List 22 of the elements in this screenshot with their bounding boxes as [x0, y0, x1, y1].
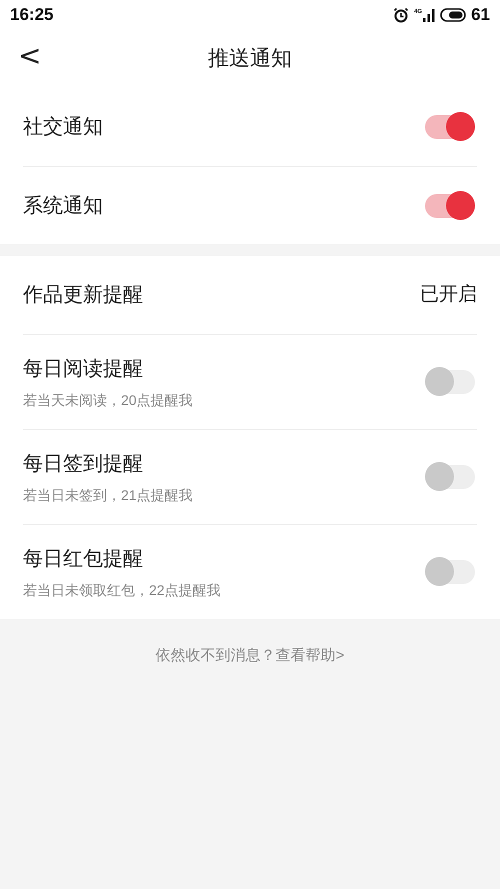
alarm-clock-icon: [393, 7, 410, 23]
setting-title: 系统通知: [23, 194, 103, 218]
signal-icon: [423, 8, 436, 22]
setting-title: 每日红包提醒: [23, 546, 144, 572]
setting-description: 若当日未签到，21点提醒我: [23, 486, 193, 504]
page-title: 推送通知: [208, 46, 292, 72]
setting-title: 每日签到提醒: [23, 452, 144, 476]
setting-description: 若当日未领取红包，22点提醒我: [23, 580, 221, 600]
setting-title: 每日阅读提醒: [23, 356, 144, 382]
toggle-switch[interactable]: [425, 465, 475, 489]
battery-level: 61: [471, 4, 490, 26]
toggle-switch[interactable]: [425, 194, 475, 218]
battery-icon: [440, 8, 466, 22]
toggle-switch[interactable]: [425, 370, 475, 394]
status-time: 16:25: [10, 4, 54, 26]
setting-title: 作品更新提醒: [23, 283, 143, 308]
toggle-switch[interactable]: [425, 115, 475, 139]
setting-title: 社交通知: [23, 115, 103, 140]
setting-description: 若当天未阅读，20点提醒我: [23, 390, 193, 410]
toggle-switch[interactable]: [425, 560, 475, 584]
back-button[interactable]: <: [18, 42, 38, 70]
setting-value: 已开启: [420, 282, 477, 307]
